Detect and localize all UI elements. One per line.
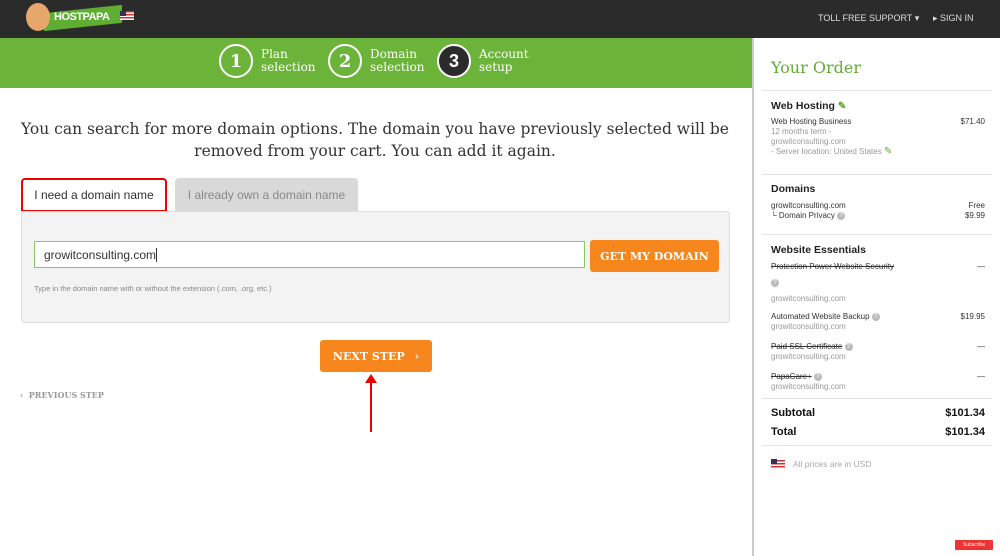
item-price: Free xyxy=(968,201,985,210)
next-step-button[interactable]: NEXT STEP › xyxy=(320,340,432,372)
essential-item: PapaCare+ ? — growitconsulting.com xyxy=(771,372,985,392)
step-domain-selection[interactable]: 2 Domain selection xyxy=(328,44,425,78)
edit-pencil-icon[interactable]: ✎ xyxy=(838,101,846,112)
step-account-setup: 3 Account setup xyxy=(437,44,529,78)
domain-input-value: growitconsulting.com xyxy=(44,247,157,262)
essential-item: Paid SSL Certificate ? — growitconsulting… xyxy=(771,342,985,362)
step-label: selection xyxy=(261,60,316,74)
get-my-domain-button[interactable]: GET MY DOMAIN xyxy=(590,240,719,272)
subtotal-label: Subtotal xyxy=(771,407,815,419)
help-icon[interactable]: ? xyxy=(813,372,822,381)
toll-free-support-link[interactable]: TOLL FREE SUPPORT ▾ xyxy=(818,13,919,24)
domain-hint: Type in the domain name with or without … xyxy=(34,284,272,293)
domain-search-input[interactable]: growitconsulting.com xyxy=(34,241,585,268)
item-price: — xyxy=(977,342,985,351)
currency-note: All prices are in USD xyxy=(771,459,871,469)
help-icon[interactable]: ? xyxy=(837,211,846,220)
step-number: 2 xyxy=(328,44,362,78)
server-location: - Server location: United States xyxy=(771,147,882,156)
item-name: PapaCare+ xyxy=(771,372,812,381)
red-arrow-annotation xyxy=(365,374,377,432)
currency-note-text: All prices are in USD xyxy=(793,459,872,469)
item-price: — xyxy=(977,372,985,381)
item-domain: growitconsulting.com xyxy=(771,294,846,303)
chevron-right-icon: › xyxy=(414,349,420,363)
item-price: — xyxy=(977,262,985,271)
step-number: 1 xyxy=(219,44,253,78)
section-title: Domains xyxy=(771,183,816,195)
help-icon[interactable]: ? xyxy=(871,312,880,321)
website-essentials-section: Website Essentials Protection Power Webs… xyxy=(771,244,985,392)
step-label: selection xyxy=(370,60,425,74)
total-label: Total xyxy=(771,426,797,438)
item-price: $9.99 xyxy=(964,211,985,220)
section-title: Website Essentials xyxy=(771,244,866,256)
previous-step-link[interactable]: ‹ PREVIOUS STEP xyxy=(20,390,104,400)
item-name: └ Domain Privacy xyxy=(771,211,835,220)
item-name: Web Hosting Business xyxy=(771,117,852,126)
hostpapa-logo[interactable]: HOSTPAPA xyxy=(22,3,122,32)
us-flag-icon xyxy=(771,459,785,469)
item-name: Protection Power Website Security xyxy=(771,262,895,271)
intro-text: You can search for more domain options. … xyxy=(21,120,729,160)
domains-section: Domains growitconsulting.com Free └ Domai… xyxy=(771,183,985,221)
item-name: Paid SSL Certificate xyxy=(771,342,843,351)
help-icon[interactable]: ? xyxy=(844,342,853,351)
section-title: Web Hosting xyxy=(771,100,835,112)
edit-pencil-icon[interactable]: ✎ xyxy=(884,146,892,157)
item-name: Automated Website Backup xyxy=(771,312,870,321)
progress-steps: 1 Plan selection 2 Domain selection 3 Acco… xyxy=(0,38,752,88)
item-domain: growitconsulting.com xyxy=(771,382,846,391)
web-hosting-section: Web Hosting ✎ Web Hosting Business $71.40… xyxy=(771,100,985,157)
help-icon[interactable]: ? xyxy=(771,278,779,287)
order-title: Your Order xyxy=(771,58,861,77)
step-label: setup xyxy=(479,60,513,74)
step-plan-selection[interactable]: 1 Plan selection xyxy=(219,44,316,78)
essential-item: Protection Power Website Security — ? gro… xyxy=(771,262,985,304)
previous-step-label: PREVIOUS STEP xyxy=(28,390,104,400)
us-flag-icon[interactable] xyxy=(120,11,134,20)
subscribe-button[interactable]: Subscribe xyxy=(955,540,993,550)
item-price: $71.40 xyxy=(960,117,985,126)
subtotal-value: $101.34 xyxy=(945,407,985,419)
totals: Subtotal $101.34 Total $101.34 xyxy=(771,407,985,438)
sign-in-link[interactable]: ▸ SIGN IN xyxy=(933,13,974,24)
tab-need-domain[interactable]: I need a domain name xyxy=(21,178,167,212)
item-name: growitconsulting.com xyxy=(771,201,846,210)
total-value: $101.34 xyxy=(945,426,985,438)
tab-own-domain[interactable]: I already own a domain name xyxy=(175,178,358,212)
top-bar: HOSTPAPA TOLL FREE SUPPORT ▾ ▸ SIGN IN xyxy=(0,0,1000,38)
item-price: $19.95 xyxy=(960,312,985,321)
next-step-label: NEXT STEP xyxy=(332,349,405,363)
item-term: 12 months term - xyxy=(771,127,832,136)
item-domain: growitconsulting.com xyxy=(771,137,846,146)
essential-item: Automated Website Backup ? $19.95 growitc… xyxy=(771,312,985,332)
domain-search-panel: growitconsulting.com GET MY DOMAIN Type … xyxy=(21,211,730,323)
order-sidebar: Your Order Web Hosting ✎ Web Hosting Bus… xyxy=(752,38,1000,556)
step-number: 3 xyxy=(437,44,471,78)
sign-in-label: SIGN IN xyxy=(940,13,974,23)
item-domain: growitconsulting.com xyxy=(771,322,846,331)
item-domain: growitconsulting.com xyxy=(771,352,846,361)
